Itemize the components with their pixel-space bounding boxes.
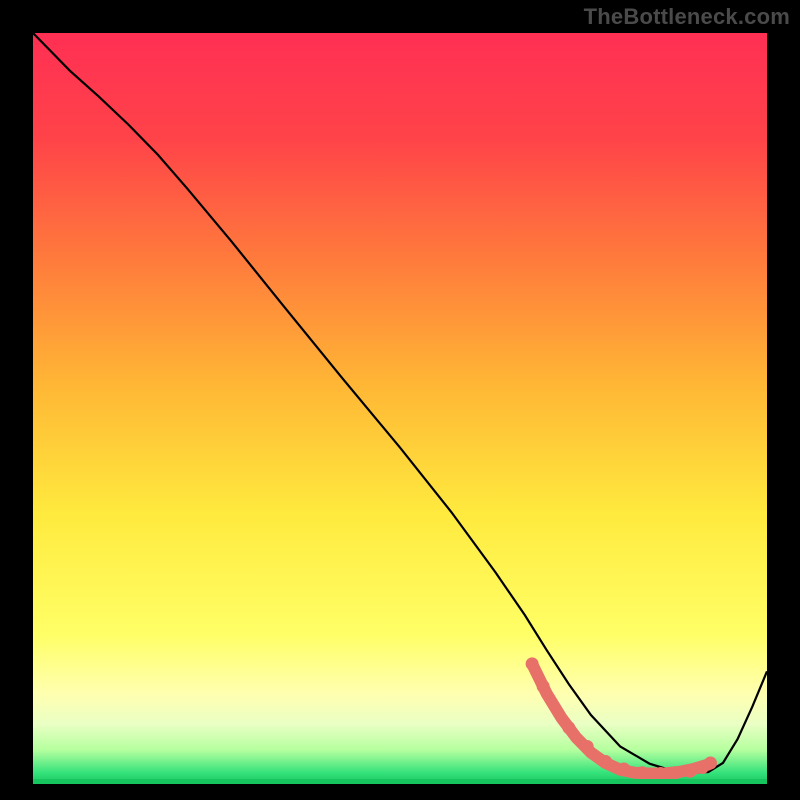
valley-dot	[636, 766, 649, 779]
valley-dot	[683, 765, 696, 778]
valley-dot	[581, 740, 594, 753]
valley-dot	[599, 755, 612, 768]
valley-dot	[704, 756, 717, 769]
valley-dot	[562, 721, 575, 734]
chart-svg	[0, 0, 800, 800]
bottom-green-strip	[33, 779, 767, 784]
valley-dot	[526, 657, 539, 670]
gradient-background	[33, 33, 767, 784]
chart-stage: TheBottleneck.com	[0, 0, 800, 800]
valley-dot	[669, 766, 682, 779]
valley-dot	[617, 762, 630, 775]
valley-dot	[537, 680, 550, 693]
valley-dot	[654, 767, 667, 780]
